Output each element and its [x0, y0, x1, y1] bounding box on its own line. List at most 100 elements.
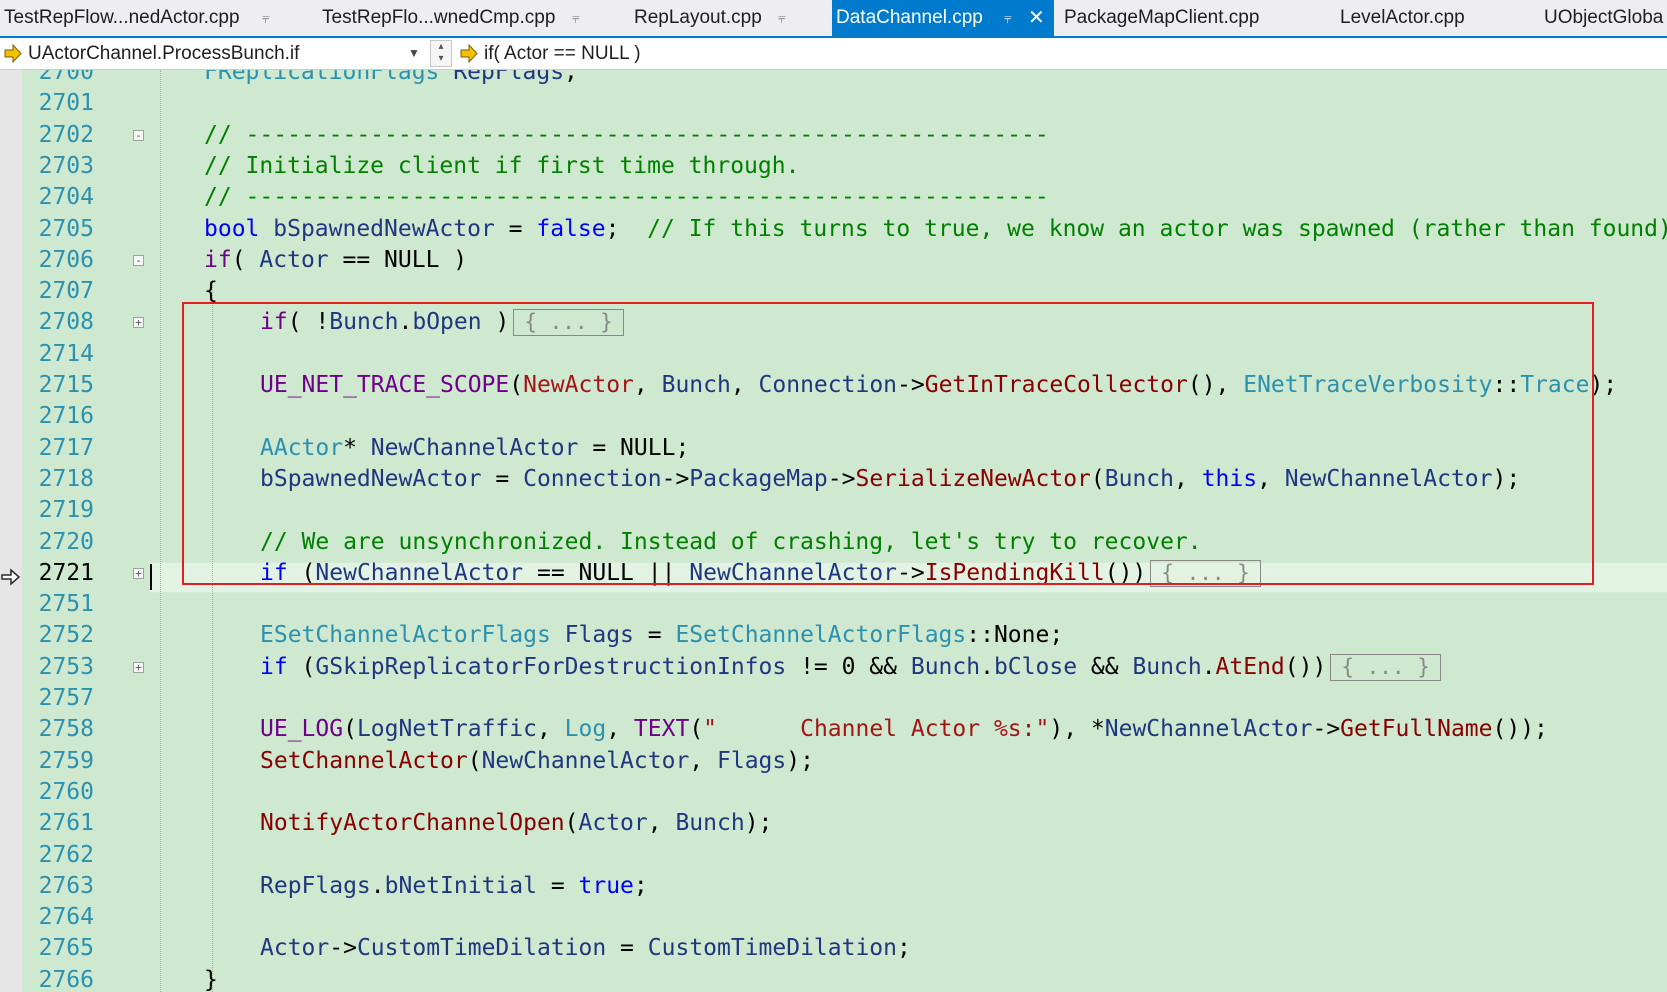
tab-replayout[interactable]: RepLayout.cpp ⫧	[630, 0, 826, 36]
pin-icon[interactable]: ⫧	[778, 0, 786, 36]
code-text[interactable]: ESetChannelActorFlags Flags = ESetChanne…	[260, 620, 1063, 651]
line-number: 2766	[38, 966, 94, 992]
line-number: 2714	[38, 340, 94, 367]
code-line: 2751	[0, 589, 1667, 620]
code-token: true	[578, 872, 634, 899]
line-number: 2720	[38, 528, 94, 555]
line-number: 2752	[38, 622, 94, 649]
tab-levelactor[interactable]: LevelActor.cpp	[1336, 0, 1506, 36]
code-line: 2760	[0, 777, 1667, 808]
code-text[interactable]: // -------------------------------------…	[204, 182, 1049, 213]
code-line: 2702 - // ------------------------------…	[0, 120, 1667, 151]
code-text[interactable]: // -------------------------------------…	[204, 120, 1049, 151]
code-line: 2766 }	[0, 965, 1667, 992]
code-line: 2764	[0, 902, 1667, 933]
line-number: 2700	[38, 70, 94, 85]
code-text[interactable]: // Initialize client if first time throu…	[204, 151, 799, 182]
code-token: if	[204, 246, 232, 273]
tab-label: DataChannel.cpp	[836, 7, 983, 28]
code-text[interactable]: FReplicationFlags RepFlags;	[204, 70, 578, 88]
code-line: 2700 FReplicationFlags RepFlags;	[0, 70, 1667, 88]
code-line: 2701	[0, 88, 1667, 119]
code-token: Flags	[717, 747, 787, 774]
code-token: " Channel Actor %s:"	[703, 716, 1050, 743]
code-token: Actor	[578, 810, 648, 837]
code-token: ESetChannelActorFlags	[675, 622, 967, 649]
pin-icon[interactable]: ⫧	[572, 0, 580, 36]
code-token: SetChannelActor	[260, 747, 468, 774]
tab-label: TestRepFlo...wnedCmp.cpp	[322, 7, 556, 28]
collapsed-region[interactable]: { ... }	[1330, 653, 1441, 681]
code-token: FReplicationFlags	[204, 70, 440, 85]
line-number: 2758	[38, 716, 94, 743]
code-token: CustomTimeDilation	[647, 935, 897, 962]
line-number: 2707	[38, 278, 94, 305]
member-selector[interactable]: if( Actor == NULL )	[458, 40, 1667, 67]
code-token: ESetChannelActorFlags	[260, 622, 551, 649]
line-number: 2715	[38, 372, 94, 398]
tab-label: LevelActor.cpp	[1340, 7, 1465, 28]
code-token: RepFlags	[453, 70, 565, 85]
code-token: LogNetTraffic	[356, 716, 537, 743]
code-text[interactable]: if (GSkipReplicatorForDestructionInfos !…	[260, 652, 1441, 683]
code-token: bNetInitial	[384, 872, 537, 899]
highlight-annotation-box	[182, 302, 1594, 585]
tab-packagemapclient[interactable]: PackageMapClient.cpp	[1060, 0, 1300, 36]
code-token: NotifyActorChannelOpen	[260, 810, 565, 837]
code-line: 2765 Actor->CustomTimeDilation = CustomT…	[0, 933, 1667, 964]
outline-toggle-icon[interactable]: +	[133, 661, 144, 673]
code-text[interactable]: UE_LOG(LogNetTraffic, Log, TEXT(" Channe…	[260, 714, 1548, 745]
code-line: 2763 RepFlags.bNetInitial = true;	[0, 871, 1667, 902]
code-line: 2703 // Initialize client if first time …	[0, 151, 1667, 182]
code-token: Flags	[564, 622, 634, 649]
scope-selector[interactable]: UActorChannel.ProcessBunch.if ▼	[0, 40, 424, 67]
document-tab-bar: TestRepFlow...nedActor.cpp ⫧ TestRepFlo.…	[0, 0, 1667, 38]
arrow-icon	[4, 43, 22, 64]
code-token: CustomTimeDilation	[356, 935, 607, 962]
code-line: 2759 SetChannelActor(NewChannelActor, Fl…	[0, 746, 1667, 777]
tab-datachannel[interactable]: DataChannel.cpp ⫧ ✕	[832, 0, 1054, 36]
code-text[interactable]: if( Actor == NULL )	[204, 245, 467, 276]
pin-icon[interactable]: ⫧	[1004, 0, 1012, 36]
code-line: 2705 bool bSpawnedNewActor = false; // I…	[0, 214, 1667, 245]
line-number: 2704	[38, 184, 94, 211]
code-token: false	[536, 215, 606, 242]
code-text[interactable]: }	[204, 965, 218, 992]
line-number: 2706	[38, 246, 94, 273]
code-text[interactable]: NotifyActorChannelOpen(Actor, Bunch);	[260, 808, 772, 839]
code-text[interactable]: RepFlags.bNetInitial = true;	[260, 871, 648, 902]
chevron-down-icon[interactable]: ▼	[408, 40, 420, 67]
code-token: Bunch	[1132, 653, 1202, 680]
scope-stepper[interactable]: ▴ ▾	[430, 40, 452, 67]
line-number: 2760	[38, 778, 94, 805]
outline-toggle-icon[interactable]: +	[133, 317, 144, 329]
outline-toggle-icon[interactable]: +	[133, 567, 144, 579]
code-line: 2704 // --------------------------------…	[0, 182, 1667, 213]
member-selector-value: if( Actor == NULL )	[484, 43, 641, 64]
code-text[interactable]: Actor->CustomTimeDilation = CustomTimeDi…	[260, 933, 911, 964]
tab-testrepflow-spawned-actor[interactable]: TestRepFlow...nedActor.cpp ⫧	[0, 0, 310, 36]
code-token: Actor	[260, 935, 330, 962]
code-line: 2706 - if( Actor == NULL )	[0, 245, 1667, 276]
line-number: 2759	[38, 747, 94, 774]
line-number: 2701	[38, 90, 94, 117]
scope-selector-value: UActorChannel.ProcessBunch.if	[28, 43, 300, 64]
tab-testrepflow-spawned-cmp[interactable]: TestRepFlo...wnedCmp.cpp ⫧	[318, 0, 594, 36]
code-text[interactable]: bool bSpawnedNewActor = false; // If thi…	[204, 214, 1667, 245]
pin-icon[interactable]: ⫧	[262, 0, 270, 36]
line-number: 2761	[38, 810, 94, 837]
code-line: 2753 + if (GSkipReplicatorForDestruction…	[0, 652, 1667, 683]
code-line: 2758 UE_LOG(LogNetTraffic, Log, TEXT(" C…	[0, 714, 1667, 745]
line-number: 2702	[38, 121, 94, 148]
outline-toggle-icon[interactable]: -	[133, 254, 144, 266]
code-token: AtEnd	[1215, 653, 1285, 680]
outline-toggle-icon[interactable]: -	[133, 129, 144, 141]
code-editor[interactable]: 2700 FReplicationFlags RepFlags; 2701 27…	[0, 70, 1667, 992]
code-token: bClose	[993, 653, 1078, 680]
tab-uobjectglobals[interactable]: UObjectGloba	[1540, 0, 1667, 36]
code-token: NewChannelActor	[1104, 716, 1313, 743]
code-token: if	[260, 653, 288, 680]
code-token: GSkipReplicatorForDestructionInfos	[315, 653, 787, 680]
code-text[interactable]: SetChannelActor(NewChannelActor, Flags);	[260, 746, 814, 777]
close-icon[interactable]: ✕	[1028, 0, 1045, 36]
